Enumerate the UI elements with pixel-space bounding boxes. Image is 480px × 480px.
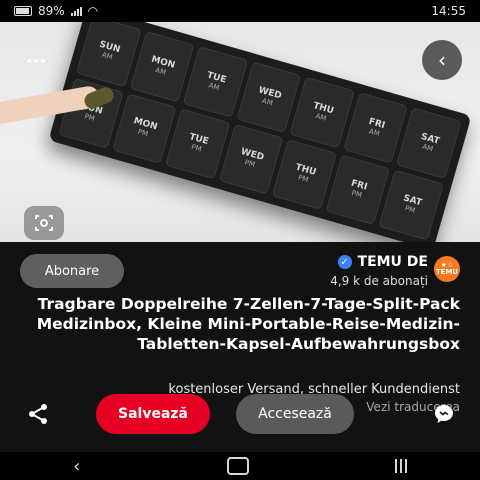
pillbox-cell: TUE AM bbox=[182, 46, 248, 118]
store-name-text: TEMU DE bbox=[357, 254, 428, 270]
pillbox-time-label: PM bbox=[190, 143, 203, 154]
product-image[interactable]: SUN AM MON AM TUE AM WED AM THU AM FRI AM SAT AM SUN PM… bbox=[0, 22, 480, 242]
pillbox-time-label: AM bbox=[421, 142, 435, 154]
nav-back-icon[interactable]: ‹ bbox=[73, 456, 80, 477]
pillbox-cell: THU PM bbox=[272, 138, 338, 210]
pillbox-cell: TUE PM bbox=[165, 108, 231, 180]
pillbox-time-label: PM bbox=[350, 189, 363, 200]
pillbox-time-label: AM bbox=[368, 127, 381, 138]
more-options-button[interactable] bbox=[18, 50, 54, 72]
product-title: Tragbare Doppelreihe 7-Zellen-7-Tage-Spl… bbox=[36, 295, 460, 353]
chat-icon[interactable] bbox=[432, 402, 456, 426]
subscribe-button[interactable]: Abonare bbox=[20, 254, 124, 288]
pillbox-time-label: PM bbox=[136, 127, 149, 139]
pillbox-cell: WED PM bbox=[218, 123, 284, 195]
signal-icon bbox=[70, 6, 82, 16]
logo-text: TEMU bbox=[435, 268, 459, 276]
store-row: Abonare ✓ TEMU DE 4,9 k de abonați ★☆ TE… bbox=[0, 248, 480, 288]
action-bar: Salvează Accesează bbox=[0, 394, 480, 436]
followers-count: 4,9 k de abonați bbox=[330, 274, 428, 288]
pillbox-time-label: PM bbox=[297, 173, 310, 185]
hand-image bbox=[0, 64, 120, 126]
pillbox-time-label: AM bbox=[261, 96, 274, 108]
pillbox-cell: WED AM bbox=[236, 61, 302, 133]
nav-home-icon[interactable] bbox=[226, 457, 249, 475]
store-name[interactable]: ✓ TEMU DE bbox=[337, 254, 428, 270]
pillbox-cell: SAT AM bbox=[396, 107, 462, 179]
status-bar: 89% ◠ 14:55 bbox=[0, 0, 480, 22]
pillbox-time-label: AM bbox=[100, 50, 114, 62]
verified-icon: ✓ bbox=[337, 255, 352, 269]
visual-search-button[interactable] bbox=[24, 206, 64, 240]
pillbox-time-label: PM bbox=[243, 158, 256, 170]
status-time: 14:55 bbox=[431, 4, 466, 18]
back-arrow-icon: ‹ bbox=[438, 48, 446, 72]
pillbox-cell: THU AM bbox=[289, 76, 355, 148]
back-button[interactable]: ‹ bbox=[422, 40, 462, 80]
pillbox-cell: MON AM bbox=[129, 30, 195, 102]
pillbox-time-label: AM bbox=[314, 111, 328, 123]
more-icon bbox=[27, 59, 31, 63]
pillbox-cell: FRI AM bbox=[343, 92, 409, 164]
store-logo[interactable]: ★☆ TEMU bbox=[434, 256, 460, 282]
pillbox-cell: MON PM bbox=[111, 92, 177, 164]
system-nav-bar: ‹ bbox=[0, 452, 480, 480]
pillbox-time-label: AM bbox=[207, 81, 221, 92]
pillbox-cells: SUN AM MON AM TUE AM WED AM THU AM FRI AM SAT AM SUN PM… bbox=[58, 22, 462, 241]
pillbox-time-label: PM bbox=[403, 204, 417, 216]
pillbox-time-label: AM bbox=[154, 65, 167, 77]
wifi-icon: ◠ bbox=[87, 4, 99, 18]
nav-recents-icon[interactable] bbox=[394, 459, 407, 473]
pillbox-cell: FRI PM bbox=[325, 154, 391, 226]
pillbox: SUN AM MON AM TUE AM WED AM THU AM FRI AM SAT AM SUN PM… bbox=[48, 22, 472, 242]
save-button[interactable]: Salvează bbox=[96, 394, 210, 434]
visual-search-icon bbox=[35, 215, 53, 231]
battery-percent: 89% bbox=[38, 4, 65, 18]
status-icons: 89% ◠ bbox=[14, 4, 98, 18]
pillbox-cell: SAT PM bbox=[378, 169, 444, 241]
visit-button[interactable]: Accesează bbox=[236, 394, 354, 434]
battery-icon bbox=[14, 6, 32, 16]
share-icon[interactable] bbox=[26, 402, 50, 426]
